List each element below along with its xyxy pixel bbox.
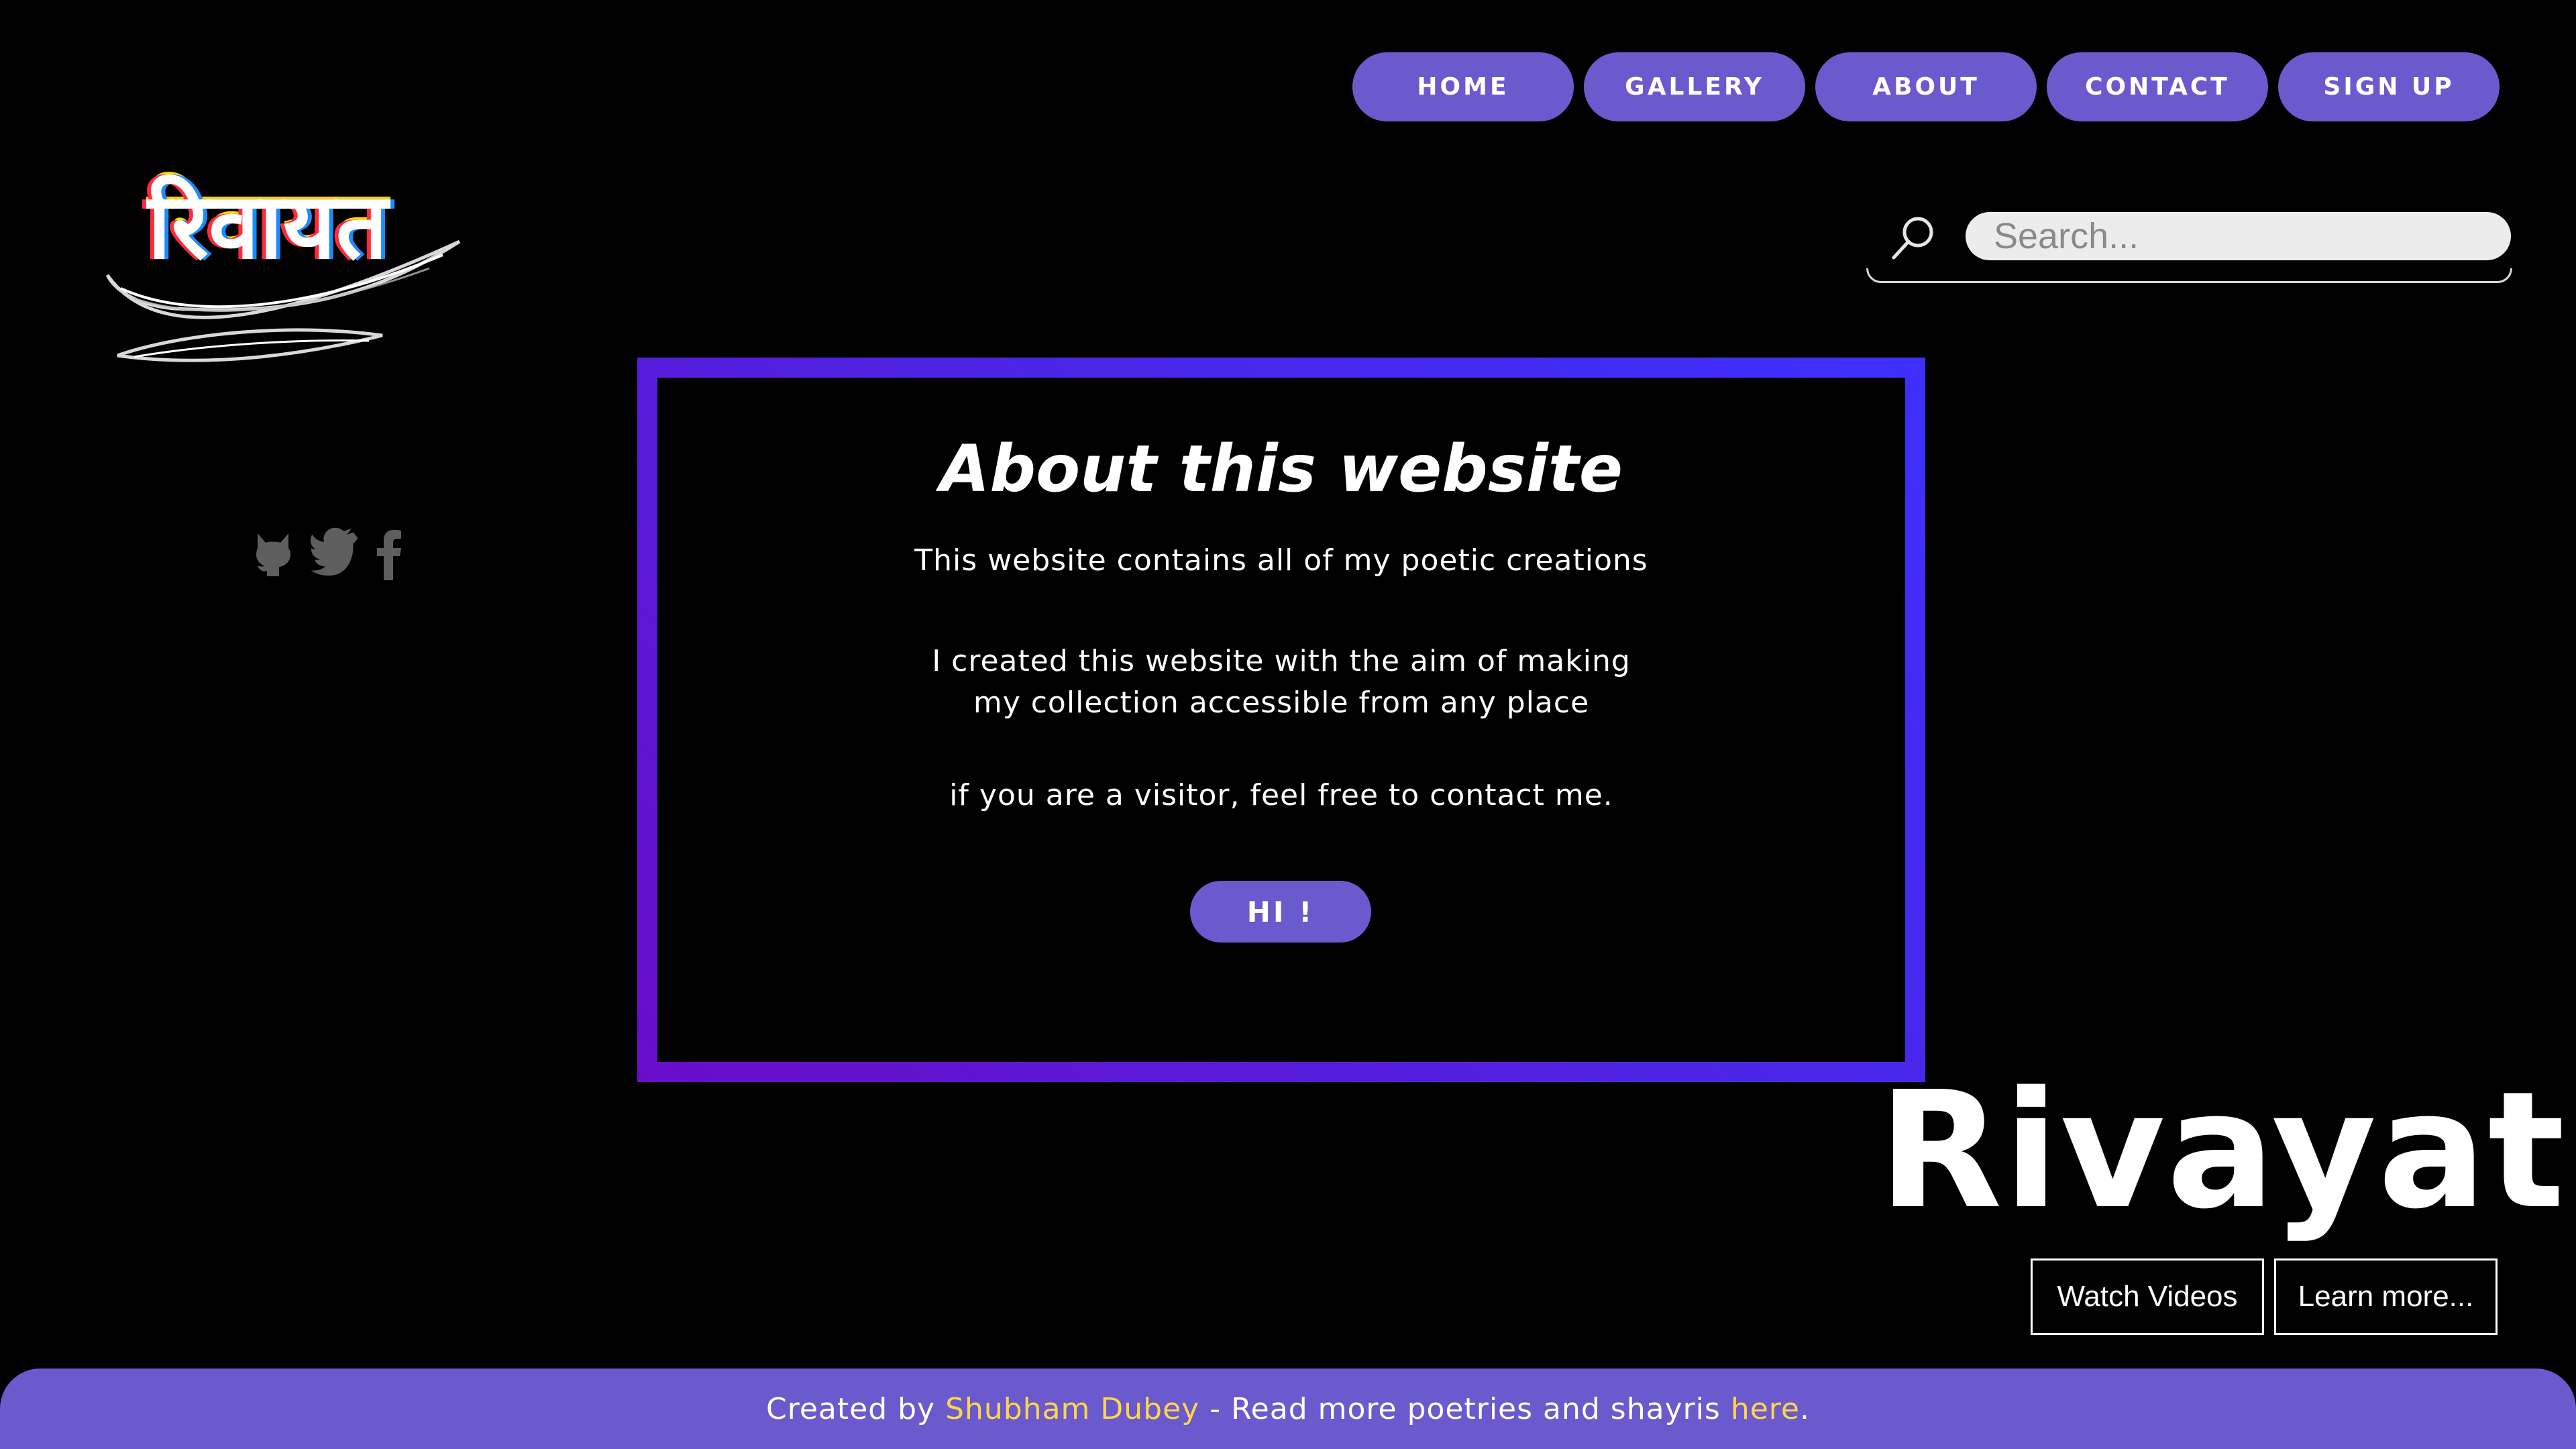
search-input[interactable]: [1966, 212, 2511, 260]
nav-contact-button[interactable]: CONTACT: [2047, 52, 2268, 121]
about-paragraph-3: if you are a visitor, feel free to conta…: [949, 778, 1613, 812]
about-panel: About this website This website contains…: [637, 358, 1925, 1082]
twitter-icon[interactable]: [310, 527, 364, 580]
footer-here-link[interactable]: here: [1731, 1392, 1800, 1426]
footer-author-link[interactable]: Shubham Dubey: [945, 1392, 1199, 1426]
brand-title: Rivayat: [1878, 1057, 2567, 1244]
github-icon[interactable]: [250, 527, 297, 580]
about-panel-inner: About this website This website contains…: [657, 378, 1905, 1062]
search-icon[interactable]: [1890, 215, 1937, 262]
facebook-icon[interactable]: [377, 527, 404, 580]
footer-prefix: Created by: [766, 1391, 946, 1426]
footer-middle: - Read more poetries and shayris: [1199, 1391, 1731, 1426]
feather-icon: [105, 239, 461, 362]
footer-suffix: .: [1800, 1391, 1810, 1426]
watch-videos-button[interactable]: Watch Videos: [2031, 1258, 2264, 1335]
search-underline: [1866, 268, 2512, 283]
site-logo[interactable]: रिवायत: [94, 154, 470, 382]
social-links: [250, 527, 404, 580]
hi-button[interactable]: HI !: [1190, 881, 1371, 943]
nav-about-button[interactable]: ABOUT: [1815, 52, 2037, 121]
nav-signup-button[interactable]: SIGN UP: [2278, 52, 2500, 121]
nav-gallery-button[interactable]: GALLERY: [1584, 52, 1805, 121]
about-paragraph-2: I created this website with the aim of m…: [932, 644, 1631, 720]
nav-home-button[interactable]: HOME: [1352, 52, 1574, 121]
footer: Created by Shubham Dubey - Read more poe…: [0, 1368, 2576, 1449]
about-paragraph-1: This website contains all of my poetic c…: [914, 543, 1648, 578]
main-nav: HOME GALLERY ABOUT CONTACT SIGN UP: [1352, 52, 2500, 121]
learn-more-button[interactable]: Learn more...: [2274, 1258, 2498, 1335]
search-bar: [1866, 201, 2512, 283]
about-title: About this website: [940, 431, 1623, 506]
brand-actions: Watch Videos Learn more...: [2031, 1258, 2498, 1335]
